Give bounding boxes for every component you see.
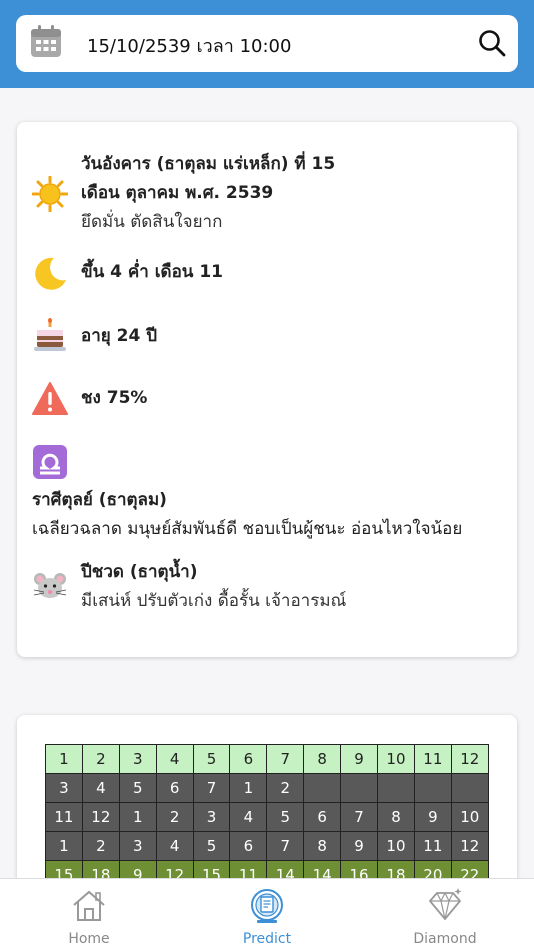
grid-cell: 3	[45, 773, 83, 803]
grid-row: 3456712	[45, 773, 489, 803]
birthday-cake-icon	[34, 318, 66, 351]
grid-cell: 8	[377, 802, 415, 832]
month-year-line: เดือน ตุลาคม พ.ศ. 2539	[81, 183, 274, 203]
grid-cell	[450, 773, 489, 803]
lunar-date: ขึ้น 4 ค่ำ เดือน 11	[81, 262, 224, 282]
grid-cell: 3	[192, 802, 231, 832]
grid-cell: 9	[340, 831, 379, 861]
grid-cell: 10	[377, 831, 415, 861]
weekday-trait: ยึดมั่น ตัดสินใจยาก	[81, 212, 223, 232]
tab-diamond-label: Diamond	[413, 931, 477, 947]
year-description: มีเสน่ห์ ปรับตัวเก่ง ดื้อรั้น เจ้าอารมณ์	[81, 591, 347, 611]
grid-cell	[303, 773, 342, 803]
weekday-line: วันอังคาร (ธาตุลม แร่เหล็ก) ที่ 15	[81, 154, 336, 174]
grid-cell: 7	[266, 744, 305, 774]
grid-cell: 1	[229, 773, 268, 803]
tab-home-label: Home	[68, 931, 110, 947]
grid-cell: 5	[266, 802, 305, 832]
grid-cell: 8	[303, 831, 342, 861]
grid-cell: 11	[413, 744, 452, 774]
grid-row: 11 12 1 2 3 4 5 6 7 8 9 10	[45, 802, 489, 832]
grid-cell: 1	[45, 831, 83, 861]
tab-predict-label: Predict	[242, 931, 292, 947]
grid-row: 1 2 3 4 5 6 7 8 9 10 11 12	[45, 744, 489, 774]
grid-cell: 2	[81, 831, 120, 861]
grid-cell: 6	[229, 831, 268, 861]
grid-cell: 2	[155, 802, 194, 832]
grid-cell: 10	[377, 744, 415, 774]
grid-row: 1 2 3 4 5 6 7 8 9 10 11 12	[45, 831, 489, 861]
number-grid-table: 1 2 3 4 5 6 7 8 9 10 11 12 3 4 5 6 7 1 2 11 12 1 2 3 4 5 6 7 8 9 10 1 2 3…	[45, 744, 489, 890]
grid-cell: 6	[303, 802, 342, 832]
home-icon	[73, 890, 105, 921]
grid-cell: 1	[45, 744, 83, 774]
grid-cell: 11	[413, 831, 452, 861]
grid-cell: 4	[155, 744, 194, 774]
calendar-icon[interactable]	[30, 25, 62, 59]
grid-cell: 6	[155, 773, 194, 803]
grid-cell: 9	[413, 802, 452, 832]
grid-cell: 6	[229, 744, 268, 774]
grid-cell: 5	[118, 773, 157, 803]
grid-cell: 3	[118, 831, 157, 861]
grid-cell: 5	[192, 744, 231, 774]
grid-cell: 1	[118, 802, 157, 832]
crescent-moon-icon	[35, 257, 66, 290]
grid-cell: 2	[81, 744, 120, 774]
grid-cell: 4	[81, 773, 120, 803]
grid-cell: 3	[118, 744, 157, 774]
year-title: ปีชวด (ธาตุน้ำ)	[81, 562, 198, 582]
zodiac-description: เฉลียวฉลาด มนุษย์สัมพันธ์ดี ชอบเป็นผู้ชน…	[32, 519, 463, 539]
birth-info-card: วันอังคาร (ธาตุลม แร่เหล็ก) ที่ 15 เดือน…	[17, 122, 517, 657]
top-bar: 15/10/2539 เวลา 10:00	[0, 0, 534, 88]
grid-cell: 4	[229, 802, 268, 832]
predict-icon	[251, 889, 283, 923]
grid-cell	[413, 773, 452, 803]
age-value: อายุ 24 ปี	[81, 326, 158, 346]
tab-predict[interactable]: Predict	[178, 879, 356, 950]
grid-cell: 12	[450, 831, 489, 861]
grid-cell: 9	[340, 744, 379, 774]
grid-cell	[377, 773, 415, 803]
grid-cell: 4	[155, 831, 194, 861]
date-search-box[interactable]: 15/10/2539 เวลา 10:00	[16, 15, 518, 72]
warning-icon	[32, 382, 68, 415]
grid-cell: 7	[192, 773, 231, 803]
grid-cell: 7	[340, 802, 379, 832]
chong-percent: ชง 75%	[81, 388, 148, 408]
grid-cell: 8	[303, 744, 342, 774]
sun-icon	[32, 176, 68, 212]
date-search-input[interactable]: 15/10/2539 เวลา 10:00	[87, 31, 291, 60]
grid-cell: 10	[450, 802, 489, 832]
grid-cell: 12	[450, 744, 489, 774]
grid-cell: 5	[192, 831, 231, 861]
grid-cell: 12	[81, 802, 120, 832]
rat-icon	[33, 573, 67, 598]
diamond-icon	[429, 888, 462, 920]
grid-cell: 2	[266, 773, 305, 803]
bottom-tab-bar: Home Predict Diamond	[0, 878, 534, 950]
grid-cell: 7	[266, 831, 305, 861]
zodiac-title: ราศีตุลย์ (ธาตุลม)	[32, 490, 167, 510]
tab-diamond[interactable]: Diamond	[356, 879, 534, 950]
grid-cell	[340, 773, 379, 803]
tab-home[interactable]: Home	[0, 879, 178, 950]
search-icon[interactable]	[478, 29, 506, 57]
libra-icon	[33, 445, 67, 479]
grid-cell: 11	[45, 802, 83, 832]
